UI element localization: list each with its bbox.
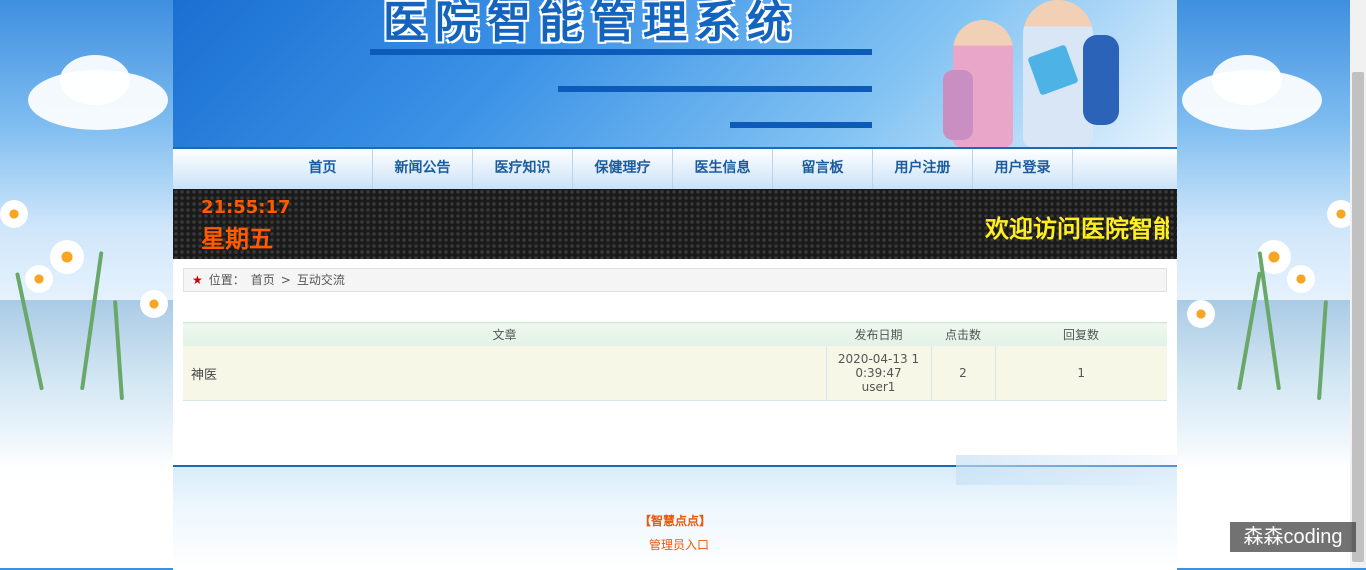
main-nav: 首页 新闻公告 医疗知识 保健理疗 医生信息 留言板 用户注册 用户登录 [173, 147, 1177, 189]
welcome-marquee: 欢迎访问医院智能管理系统 [985, 215, 1169, 243]
breadcrumb-prefix: 位置： [208, 273, 245, 287]
page-scrollbar[interactable] [1350, 0, 1366, 568]
admin-entry-link[interactable]: 管理员入口 [173, 536, 1185, 553]
star-icon: ★ [192, 273, 203, 287]
nav-item-message-board[interactable]: 留言板 [773, 149, 873, 189]
article-date: 2020-04-13 10:39:47 [837, 352, 920, 380]
breadcrumb-current: 互动交流 [296, 273, 345, 287]
header-banner: 医院智能管理系统 [173, 0, 1177, 147]
column-header-date: 发布日期 [826, 322, 931, 346]
watermark: 森森coding [1230, 522, 1356, 552]
nav-item-login[interactable]: 用户登录 [973, 149, 1073, 189]
right-decoration [1177, 0, 1350, 568]
site-title: 医院智能管理系统 [383, 0, 799, 48]
table-row[interactable]: 神医 2020-04-13 10:39:47 user1 2 1 [183, 346, 1167, 401]
clock-time: 21:55:17 [201, 197, 291, 218]
left-decoration [0, 0, 173, 568]
article-replies: 1 [994, 346, 1167, 401]
article-clicks: 2 [930, 346, 995, 401]
breadcrumb: ★ 位置： 首页 > 互动交流 [183, 268, 1167, 292]
column-header-replies: 回复数 [995, 322, 1167, 346]
article-title-link[interactable]: 神医 [183, 346, 826, 401]
breadcrumb-separator: > [280, 273, 291, 287]
article-date-cell: 2020-04-13 10:39:47 user1 [825, 346, 931, 401]
led-ticker: 21:55:17 星期五 欢迎访问医院智能管理系统 [173, 189, 1177, 259]
scrollbar-thumb[interactable] [1352, 72, 1364, 562]
nav-item-doctors[interactable]: 医生信息 [673, 149, 773, 189]
students-illustration [933, 0, 1133, 147]
nav-item-home[interactable]: 首页 [273, 149, 373, 189]
nav-item-health-care[interactable]: 保健理疗 [573, 149, 673, 189]
footer-brand: 【智慧点点】 [638, 514, 711, 528]
article-table: 文章 发布日期 点击数 回复数 神医 2020-04-13 10:39:47 u… [183, 322, 1167, 401]
column-header-article: 文章 [183, 322, 826, 346]
nav-item-register[interactable]: 用户注册 [873, 149, 973, 189]
nav-item-medical-knowledge[interactable]: 医疗知识 [473, 149, 573, 189]
clock-weekday: 星期五 [201, 225, 273, 253]
article-author: user1 [861, 380, 896, 394]
nav-item-news[interactable]: 新闻公告 [373, 149, 473, 189]
footer-glow [956, 455, 1177, 485]
breadcrumb-home-link[interactable]: 首页 [251, 273, 275, 287]
column-header-clicks: 点击数 [931, 322, 995, 346]
